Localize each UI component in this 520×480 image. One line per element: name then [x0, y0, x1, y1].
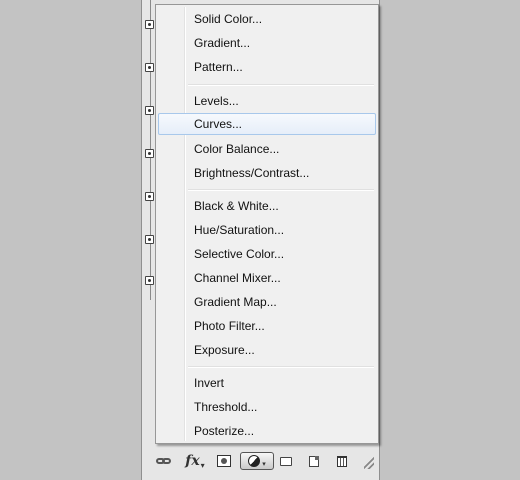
menu-item-curves[interactable]: Curves... [158, 113, 376, 135]
menu-item-threshold[interactable]: Threshold... [158, 396, 376, 418]
layer-mask-icon[interactable] [214, 452, 234, 470]
visibility-eye-icon[interactable] [145, 192, 154, 201]
visibility-eye-icon[interactable] [145, 149, 154, 158]
fx-label: fx [185, 453, 200, 469]
layers-toolbar: fx ▾ ▾ [148, 449, 376, 473]
link-layers-icon[interactable] [152, 452, 174, 470]
trash-icon[interactable] [334, 452, 350, 470]
menu-item-invert[interactable]: Invert [158, 372, 376, 394]
menu-item-levels[interactable]: Levels... [158, 90, 376, 112]
menu-separator [188, 84, 374, 86]
menu-item-hue-saturation[interactable]: Hue/Saturation... [158, 219, 376, 241]
menu-item-selective-color[interactable]: Selective Color... [158, 243, 376, 265]
menu-item-brightness-contrast[interactable]: Brightness/Contrast... [158, 162, 376, 184]
menu-item-gradient-map[interactable]: Gradient Map... [158, 291, 376, 313]
menu-item-black-white[interactable]: Black & White... [158, 195, 376, 217]
group-folder-icon[interactable] [278, 452, 294, 470]
adjustment-layer-icon [248, 455, 261, 467]
menu-item-color-balance[interactable]: Color Balance... [158, 138, 376, 160]
menu-item-posterize[interactable]: Posterize... [158, 420, 376, 442]
menu-item-channel-mixer[interactable]: Channel Mixer... [158, 267, 376, 289]
adjustment-layer-button[interactable]: ▾ [240, 452, 274, 470]
menu-separator [188, 189, 374, 191]
menu-item-exposure[interactable]: Exposure... [158, 339, 376, 361]
menu-item-gradient[interactable]: Gradient... [158, 32, 376, 54]
visibility-eye-icon[interactable] [145, 235, 154, 244]
menu-separator [188, 366, 374, 368]
menu-item-solid-color[interactable]: Solid Color... [158, 8, 376, 30]
resize-grip[interactable] [364, 457, 374, 469]
menu-item-photo-filter[interactable]: Photo Filter... [158, 315, 376, 337]
visibility-eye-icon[interactable] [145, 20, 154, 29]
visibility-eye-icon[interactable] [145, 106, 154, 115]
new-layer-icon[interactable] [306, 452, 322, 470]
menu-item-pattern[interactable]: Pattern... [158, 56, 376, 78]
visibility-eye-icon[interactable] [145, 63, 154, 72]
visibility-eye-icon[interactable] [145, 276, 154, 285]
adjustment-layer-menu: Solid Color... Gradient... Pattern... Le… [155, 4, 379, 444]
fx-icon[interactable]: fx ▾ [182, 452, 208, 470]
